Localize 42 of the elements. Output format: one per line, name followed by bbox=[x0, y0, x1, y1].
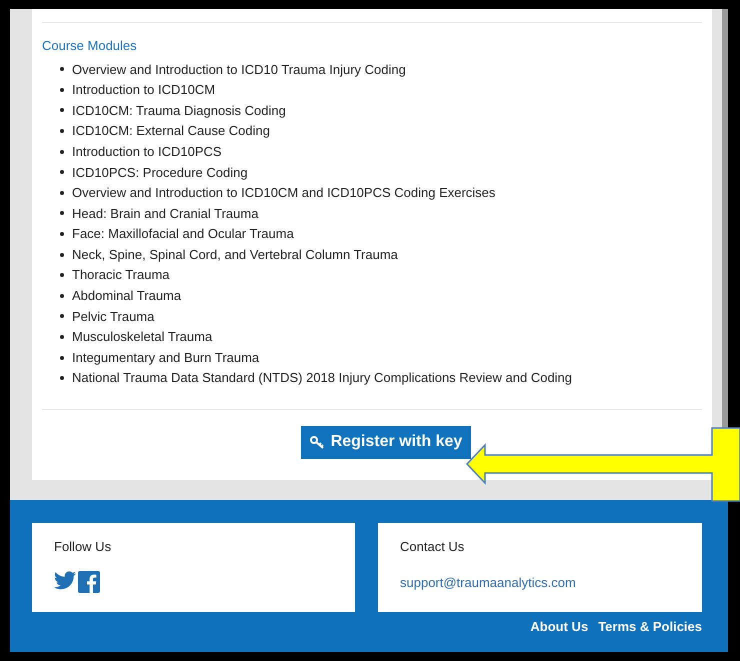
register-button[interactable]: Register with key bbox=[300, 426, 472, 458]
bullet-icon bbox=[60, 356, 64, 360]
module-item: National Trauma Data Standard (NTDS) 2018 Injury Complications Review and Coding bbox=[72, 369, 572, 388]
bullet-icon bbox=[60, 376, 64, 380]
section-heading: Course Modules bbox=[42, 38, 137, 54]
module-item: Musculoskeletal Trauma bbox=[72, 328, 212, 346]
module-item: Face: Maxillofacial and Ocular Trauma bbox=[72, 225, 294, 244]
facebook-icon[interactable] bbox=[78, 570, 100, 592]
card-title: Follow Us bbox=[54, 538, 112, 556]
card-title: Contact Us bbox=[400, 538, 464, 556]
footer-link[interactable]: Terms & Policies bbox=[598, 617, 702, 636]
bullet-icon bbox=[60, 252, 64, 257]
bullet-icon bbox=[60, 335, 64, 340]
bullet-icon bbox=[60, 211, 64, 216]
email-link[interactable]: support@traumaanalytics.com bbox=[400, 572, 576, 592]
module-item: ICD10CM: Trauma Diagnosis Coding bbox=[72, 102, 286, 120]
bullet-icon bbox=[60, 150, 64, 154]
module-item: Thoracic Trauma bbox=[72, 266, 170, 284]
bird-icon[interactable] bbox=[54, 570, 76, 590]
bullet-icon bbox=[60, 190, 64, 195]
footer-link[interactable]: About Us bbox=[530, 617, 588, 636]
bullet-icon bbox=[60, 170, 64, 174]
bullet-icon bbox=[60, 108, 64, 112]
module-item: ICD10PCS: Procedure Coding bbox=[72, 164, 248, 182]
bullet-icon bbox=[60, 273, 64, 278]
module-item: Overview and Introduction to ICD10 Trauma Injury Coding bbox=[72, 60, 406, 79]
bullet-icon bbox=[60, 314, 64, 318]
module-item: Pelvic Trauma bbox=[72, 308, 154, 326]
bullet-icon bbox=[60, 294, 64, 298]
module-item: Abdominal Trauma bbox=[72, 287, 182, 306]
module-item: Neck, Spine, Spinal Cord, and Vertebral Column Trauma bbox=[72, 246, 398, 264]
key-icon bbox=[310, 436, 325, 448]
module-item: Overview and Introduction to ICD10CM and ICD10PCS Coding Exercises bbox=[72, 184, 496, 202]
module-item: Introduction to ICD10PCS bbox=[72, 142, 222, 161]
module-item: ICD10CM: External Cause Coding bbox=[72, 122, 270, 140]
bullet-icon bbox=[60, 232, 64, 236]
bullet-icon bbox=[60, 129, 64, 134]
bullet-icon bbox=[60, 88, 64, 92]
bullet-icon bbox=[60, 67, 64, 72]
module-item: Head: Brain and Cranial Trauma bbox=[72, 204, 258, 223]
module-item: Introduction to ICD10CM bbox=[72, 81, 216, 100]
module-item: Integumentary and Burn Trauma bbox=[72, 348, 260, 367]
